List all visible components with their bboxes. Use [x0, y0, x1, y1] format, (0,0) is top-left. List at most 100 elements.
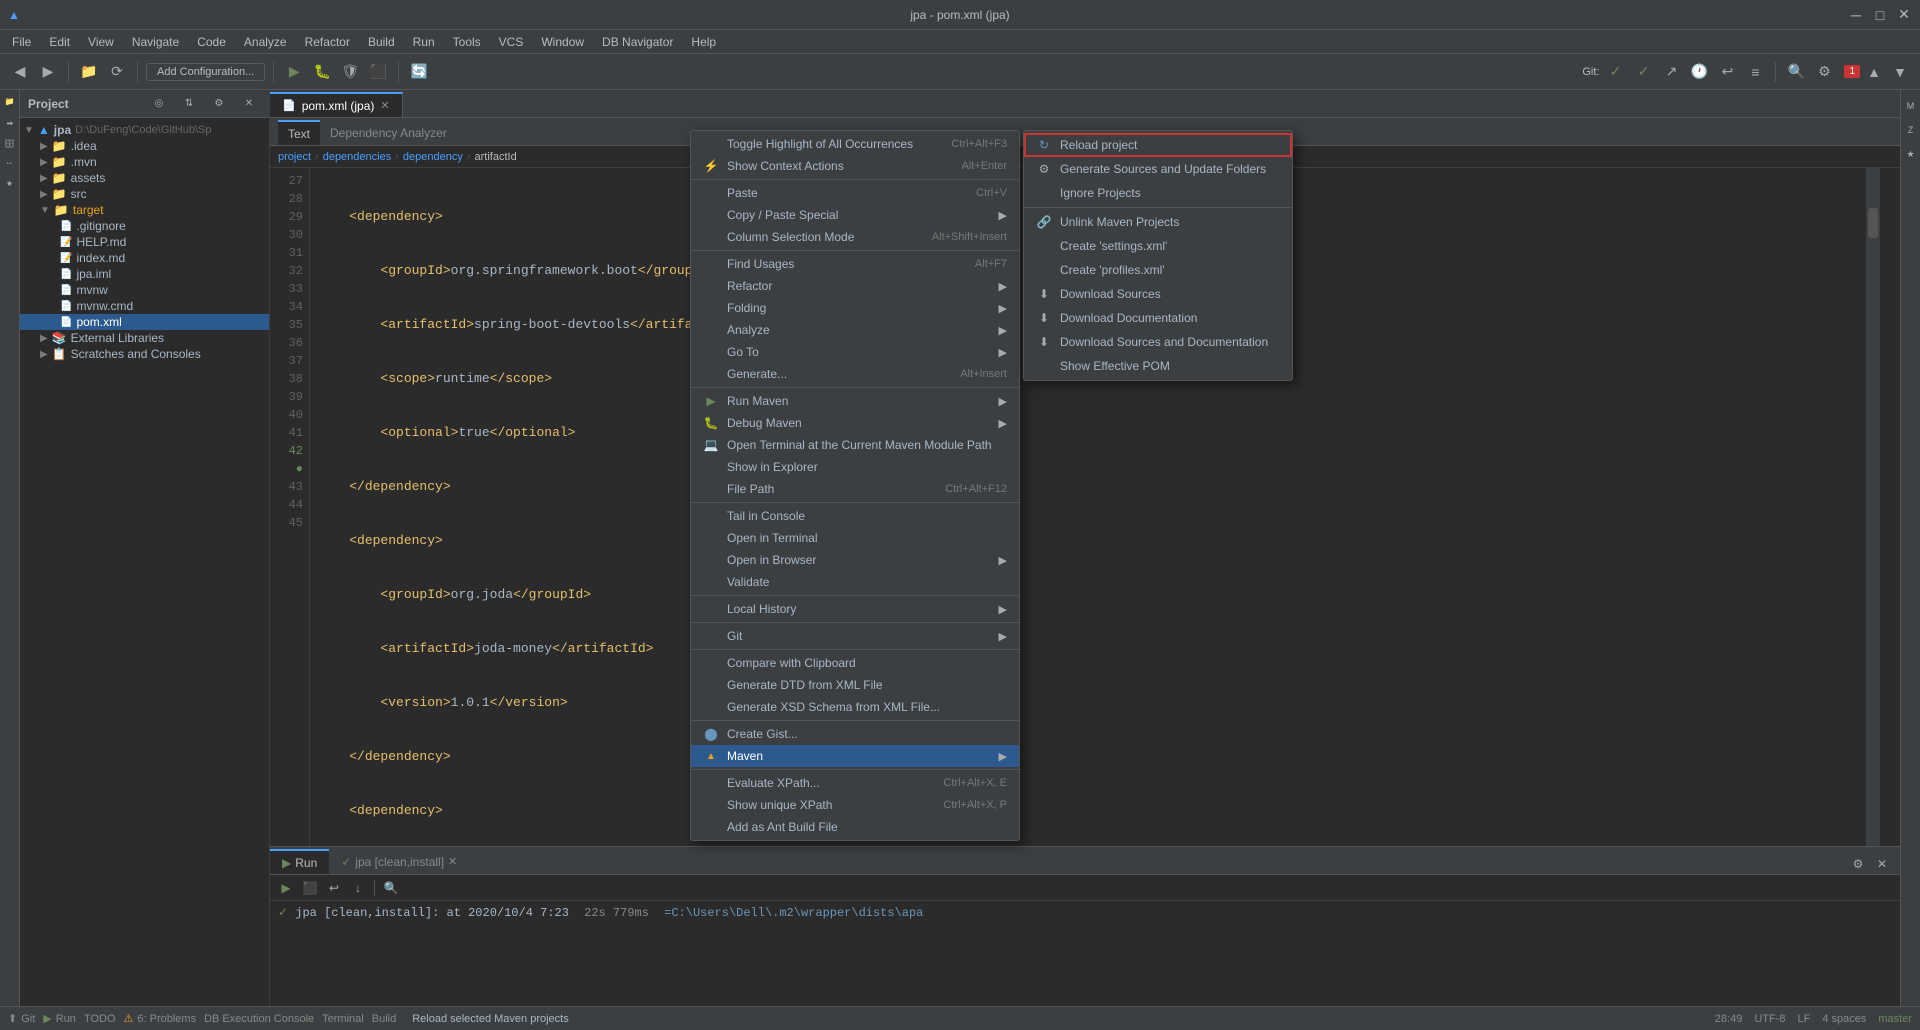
- forward-button[interactable]: ▶: [36, 60, 60, 84]
- bookmarks-icon[interactable]: ★: [1899, 142, 1920, 166]
- cm-open-terminal[interactable]: Open in Terminal: [691, 527, 1019, 549]
- cm-git[interactable]: Git ▶: [691, 625, 1019, 647]
- git-push-button[interactable]: ↗: [1659, 60, 1683, 84]
- tree-item-scratches[interactable]: ▶ 📋 Scratches and Consoles: [20, 346, 269, 362]
- cm-paste[interactable]: Paste Ctrl+V: [691, 182, 1019, 204]
- tab-text[interactable]: Text: [278, 120, 320, 145]
- cm-toggle-highlight[interactable]: Toggle Highlight of All Occurrences Ctrl…: [691, 133, 1019, 155]
- tree-item-mvnwcmd[interactable]: 📄 mvnw.cmd: [20, 298, 269, 314]
- update-app-button[interactable]: 🔄: [407, 60, 431, 84]
- tab-pomxml[interactable]: 📄 pom.xml (jpa) ✕: [270, 92, 403, 117]
- sm-create-settings[interactable]: Create 'settings.xml': [1024, 234, 1292, 258]
- tree-item-external-libraries[interactable]: ▶ 📚 External Libraries: [20, 330, 269, 346]
- menu-edit[interactable]: Edit: [41, 33, 78, 51]
- cm-generate-xsd[interactable]: Generate XSD Schema from XML File...: [691, 696, 1019, 718]
- menu-code[interactable]: Code: [189, 33, 234, 51]
- stop-button[interactable]: ⬛: [366, 60, 390, 84]
- debug-button[interactable]: 🐛: [310, 60, 334, 84]
- run-settings-button[interactable]: ⚙: [1848, 854, 1868, 874]
- sm-ignore-projects[interactable]: Ignore Projects: [1024, 181, 1292, 205]
- run-close-button[interactable]: ✕: [1872, 854, 1892, 874]
- cm-generate[interactable]: Generate... Alt+Insert: [691, 363, 1019, 385]
- close-button[interactable]: ✕: [1896, 7, 1912, 23]
- run-rerun-button[interactable]: ↩: [324, 878, 344, 898]
- sm-reload-project[interactable]: ↻ Reload project: [1024, 133, 1292, 157]
- status-db[interactable]: DB Execution Console: [204, 1013, 314, 1025]
- cm-generate-dtd[interactable]: Generate DTD from XML File: [691, 674, 1019, 696]
- cm-folding[interactable]: Folding ▶: [691, 297, 1019, 319]
- cm-evaluate-xpath[interactable]: Evaluate XPath... Ctrl+Alt+X, E: [691, 772, 1019, 794]
- cm-show-explorer[interactable]: Show in Explorer: [691, 456, 1019, 478]
- tree-item-gitignore[interactable]: 📄 .gitignore: [20, 218, 269, 234]
- add-configuration-button[interactable]: Add Configuration...: [146, 63, 265, 81]
- menu-navigate[interactable]: Navigate: [124, 33, 187, 51]
- run-with-coverage-button[interactable]: 🛡: [338, 60, 362, 84]
- error-down-button[interactable]: ▼: [1888, 60, 1912, 84]
- menu-refactor[interactable]: Refactor: [297, 33, 358, 51]
- bc-artifactid[interactable]: artifactId: [475, 151, 517, 163]
- search-everywhere-button[interactable]: 🔍: [1784, 60, 1808, 84]
- tree-item-jpa[interactable]: ▼ ▲ jpa D:\DuFeng\Code\GitHub\Sp: [20, 122, 269, 138]
- sm-download-sources-documentation[interactable]: ⬇ Download Sources and Documentation: [1024, 330, 1292, 354]
- cm-create-gist[interactable]: ⬤ Create Gist...: [691, 723, 1019, 745]
- panel-locate-button[interactable]: ◎: [147, 92, 171, 116]
- run-play-button[interactable]: ▶: [276, 878, 296, 898]
- status-terminal[interactable]: Terminal: [322, 1013, 364, 1025]
- run-scroll-button[interactable]: ↓: [348, 878, 368, 898]
- tree-item-helpmd[interactable]: 📝 HELP.md: [20, 234, 269, 250]
- status-git[interactable]: ⬆ Git: [8, 1012, 35, 1025]
- menu-tools[interactable]: Tools: [445, 33, 489, 51]
- tree-item-pomxml[interactable]: 📄 pom.xml: [20, 314, 269, 330]
- git-commit-button[interactable]: ✓: [1631, 60, 1655, 84]
- menu-vcs[interactable]: VCS: [491, 33, 532, 51]
- minimize-button[interactable]: ─: [1848, 7, 1864, 23]
- cm-column-selection[interactable]: Column Selection Mode Alt+Shift+Insert: [691, 226, 1019, 248]
- tree-item-src[interactable]: ▶ 📁 src: [20, 186, 269, 202]
- tree-item-mvn[interactable]: ▶ 📁 .mvn: [20, 154, 269, 170]
- cm-find-usages[interactable]: Find Usages Alt+F7: [691, 253, 1019, 275]
- run-filter-button[interactable]: 🔍: [381, 878, 401, 898]
- tree-item-assets[interactable]: ▶ 📁 assets: [20, 170, 269, 186]
- menu-view[interactable]: View: [80, 33, 122, 51]
- error-up-button[interactable]: ▲: [1862, 60, 1886, 84]
- cm-debug-maven[interactable]: 🐛 Debug Maven ▶: [691, 412, 1019, 434]
- tree-item-jpaiml[interactable]: 📄 jpa.iml: [20, 266, 269, 282]
- cm-run-maven[interactable]: ▶ Run Maven ▶: [691, 390, 1019, 412]
- tree-item-mvnw[interactable]: 📄 mvnw: [20, 282, 269, 298]
- editor-scrollbar[interactable]: [1866, 168, 1880, 846]
- panel-settings-button[interactable]: ⚙: [207, 92, 231, 116]
- pull-requests-icon[interactable]: ↕: [1, 154, 19, 172]
- menu-analyze[interactable]: Analyze: [236, 33, 295, 51]
- tab-close-button[interactable]: ✕: [380, 99, 389, 112]
- bc-dependency[interactable]: dependency: [403, 151, 463, 163]
- status-todo[interactable]: TODO: [84, 1013, 116, 1025]
- git-revert-button[interactable]: ↩: [1715, 60, 1739, 84]
- tab-close-run[interactable]: ✕: [448, 855, 457, 868]
- status-run[interactable]: ▶ Run: [43, 1012, 76, 1025]
- project-icon[interactable]: 📁: [1, 94, 19, 112]
- favorites-icon[interactable]: ★: [1, 174, 19, 192]
- tree-item-target[interactable]: ▼ 📁 target: [20, 202, 269, 218]
- commit-icon[interactable]: ⬆: [1, 114, 19, 132]
- sm-show-effective-pom[interactable]: Show Effective POM: [1024, 354, 1292, 378]
- menu-help[interactable]: Help: [683, 33, 724, 51]
- structure-icon[interactable]: Z: [1899, 118, 1920, 142]
- sm-download-sources[interactable]: ⬇ Download Sources: [1024, 282, 1292, 306]
- back-button[interactable]: ◀: [8, 60, 32, 84]
- sm-unlink-maven[interactable]: 🔗 Unlink Maven Projects: [1024, 210, 1292, 234]
- bc-dependencies[interactable]: dependencies: [323, 151, 392, 163]
- cm-copy-paste-special[interactable]: Copy / Paste Special ▶: [691, 204, 1019, 226]
- cm-maven[interactable]: ▲ Maven ▶: [691, 745, 1019, 767]
- git-history-button[interactable]: 🕐: [1687, 60, 1711, 84]
- tab-dependency-analyzer[interactable]: Dependency Analyzer: [320, 120, 457, 145]
- panel-expand-button[interactable]: ⇅: [177, 92, 201, 116]
- sm-generate-sources[interactable]: ⚙ Generate Sources and Update Folders: [1024, 157, 1292, 181]
- project-view-button[interactable]: 📁: [77, 60, 101, 84]
- tree-item-idea[interactable]: ▶ 📁 .idea: [20, 138, 269, 154]
- menu-db-navigator[interactable]: DB Navigator: [594, 33, 681, 51]
- status-problems[interactable]: ⚠ 6: Problems: [124, 1012, 197, 1025]
- cm-local-history[interactable]: Local History ▶: [691, 598, 1019, 620]
- tab-run[interactable]: ▶ Run: [270, 849, 329, 874]
- restore-button[interactable]: □: [1872, 7, 1888, 23]
- db-browser-icon[interactable]: 🗄: [1, 134, 19, 152]
